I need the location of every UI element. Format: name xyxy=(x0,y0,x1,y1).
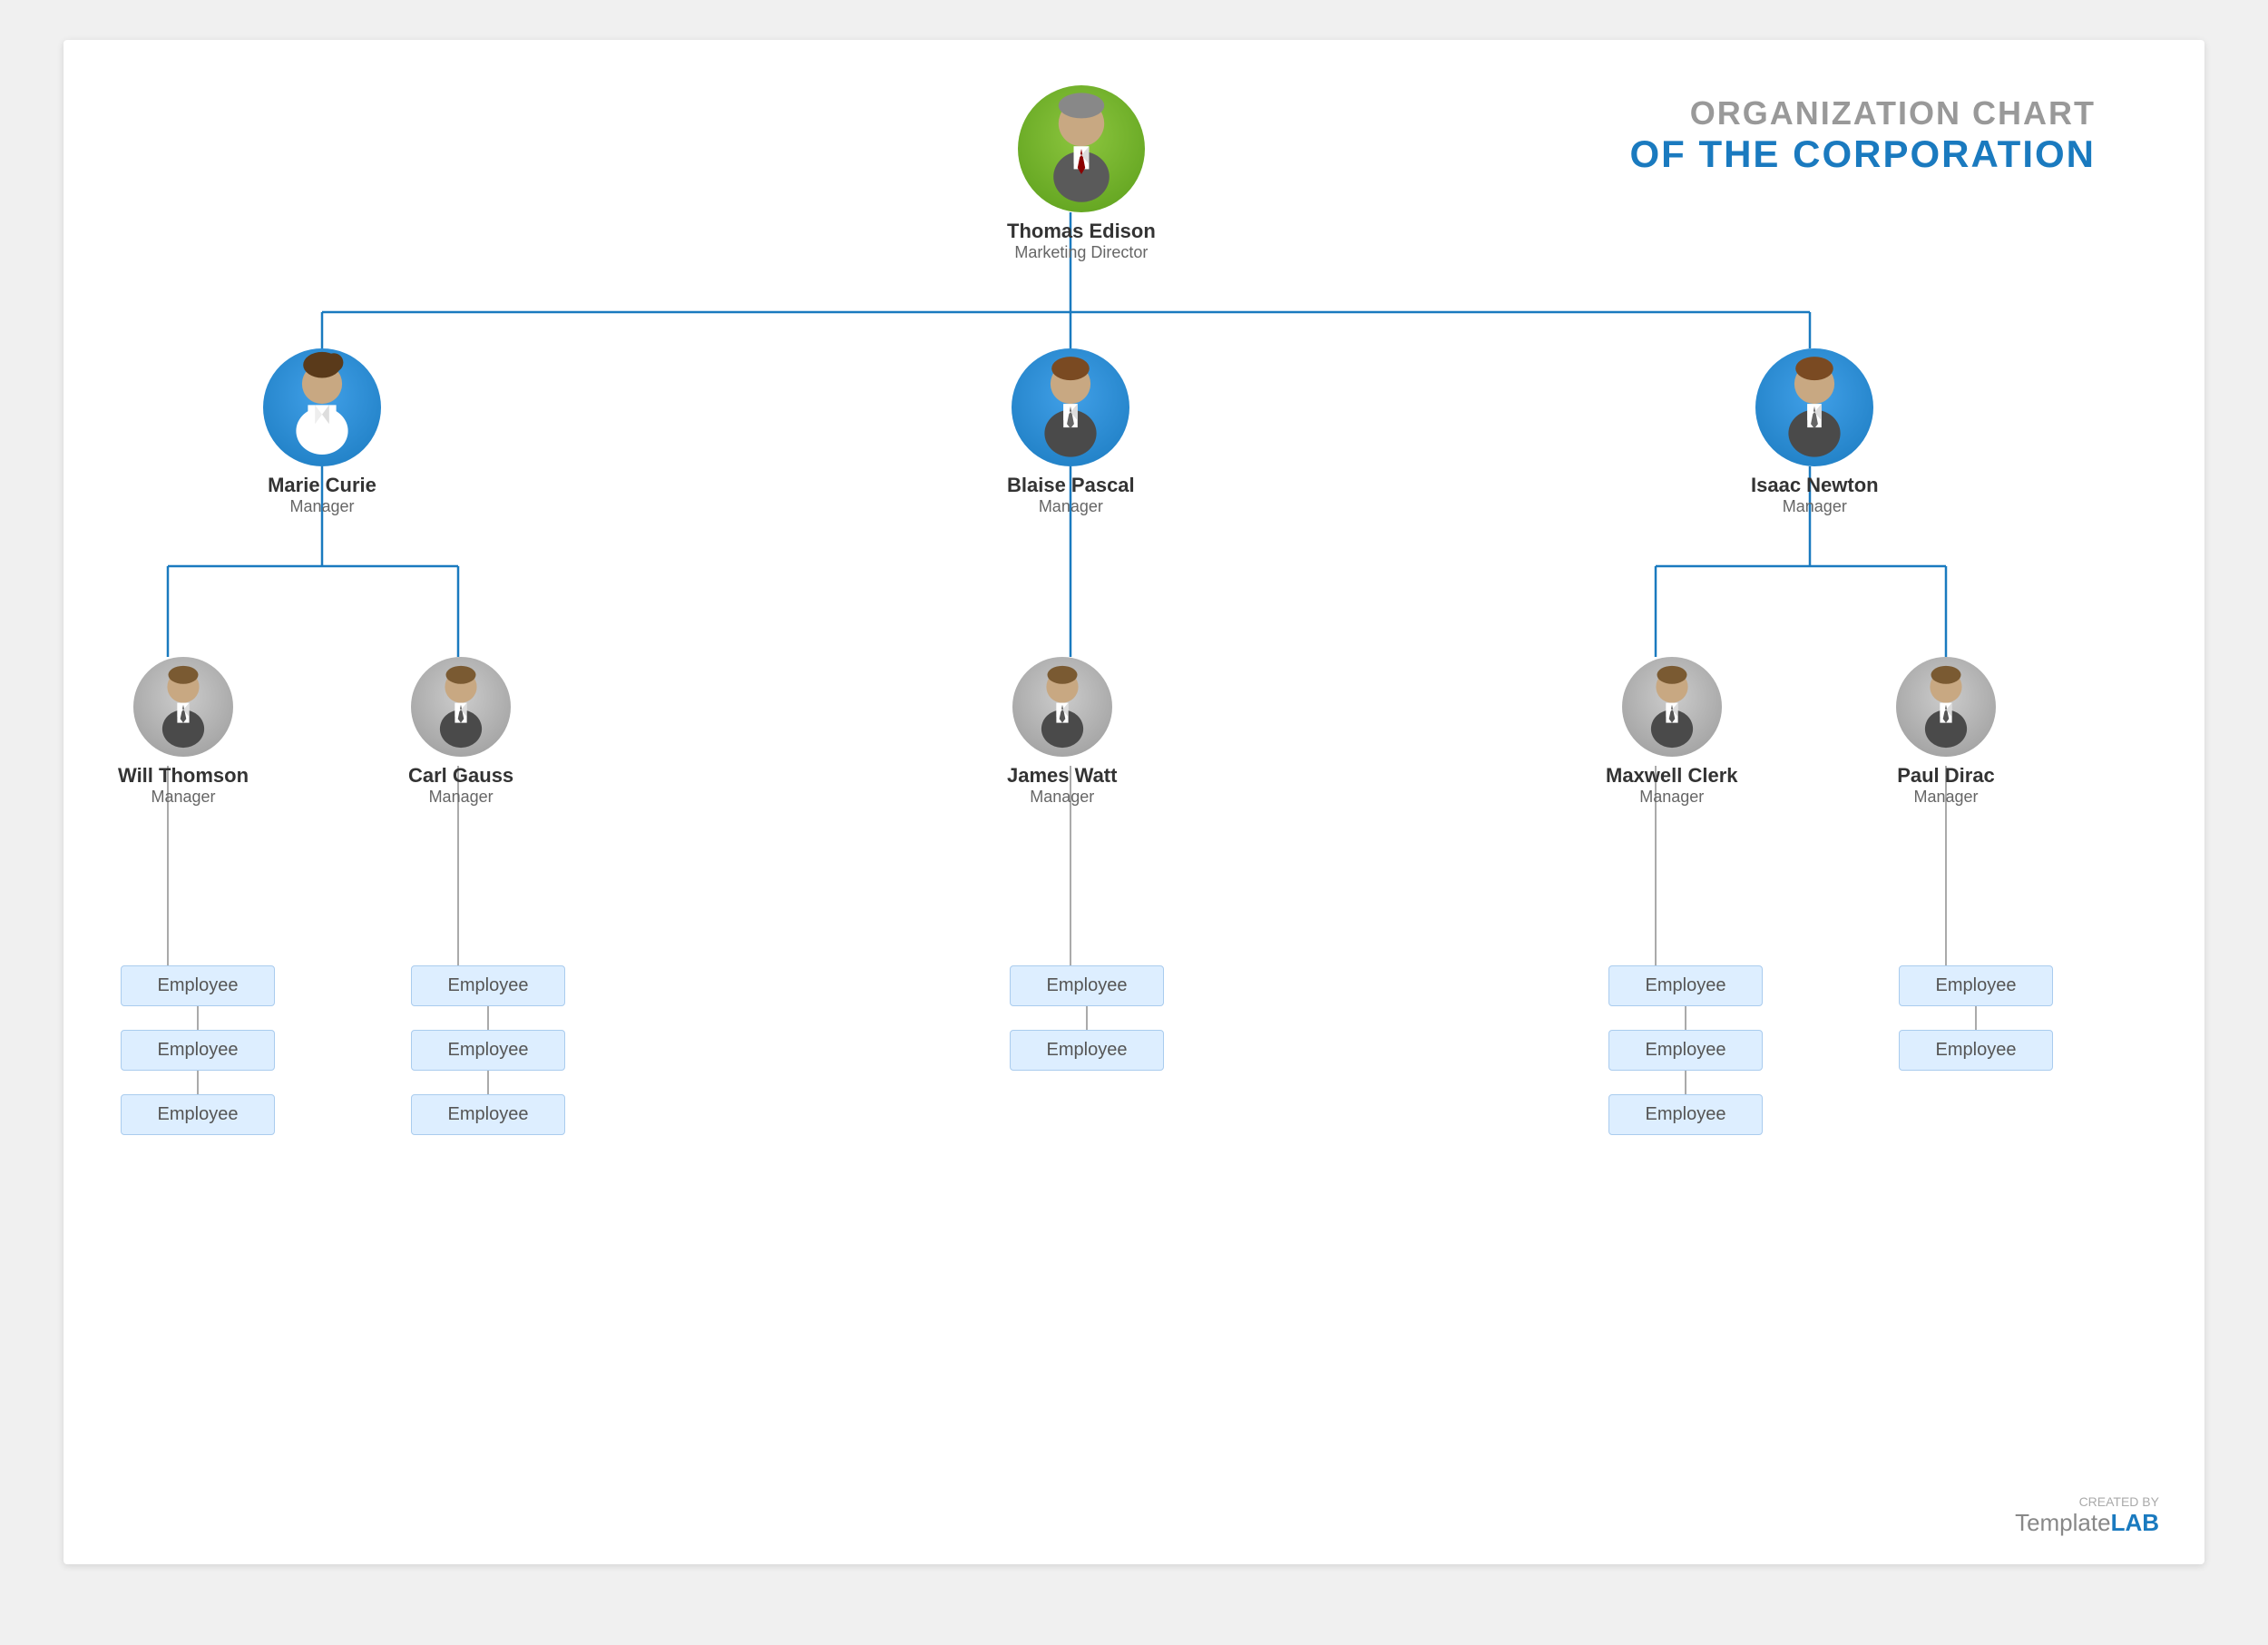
will-label: Will Thomson Manager xyxy=(118,764,249,807)
maxwell-role: Manager xyxy=(1606,788,1738,807)
emp-list-maxwell: Employee Employee Employee xyxy=(1608,965,1763,1135)
ceo-figure-icon xyxy=(1018,85,1145,212)
chart-title: ORGANIZATION CHART OF THE CORPORATION xyxy=(1629,94,2096,176)
avatar-blaise xyxy=(1012,348,1129,466)
isaac-label: Isaac Newton Manager xyxy=(1751,474,1879,516)
blaise-label: Blaise Pascal Manager xyxy=(1007,474,1135,516)
paul-label: Paul Dirac Manager xyxy=(1897,764,1995,807)
title-line1: ORGANIZATION CHART xyxy=(1629,94,2096,132)
node-will-thomson: Will Thomson Manager xyxy=(118,657,249,807)
emp-connector xyxy=(1685,1071,1686,1094)
avatar-isaac xyxy=(1755,348,1873,466)
emp-paul-2: Employee xyxy=(1899,1030,2053,1071)
org-chart-page: ORGANIZATION CHART OF THE CORPORATION xyxy=(64,40,2204,1564)
avatar-james xyxy=(1012,657,1112,757)
watermark-lab: LAB xyxy=(2111,1509,2159,1536)
avatar-carl xyxy=(411,657,511,757)
emp-connector xyxy=(487,1071,489,1094)
connector-lines xyxy=(64,40,2204,1564)
marie-name: Marie Curie xyxy=(268,474,376,497)
emp-connector xyxy=(197,1006,199,1030)
node-james-watt: James Watt Manager xyxy=(1007,657,1117,807)
node-maxwell-clerk: Maxwell Clerk Manager xyxy=(1606,657,1738,807)
blaise-role: Manager xyxy=(1007,497,1135,516)
emp-paul-1: Employee xyxy=(1899,965,2053,1006)
emp-list-will: Employee Employee Employee xyxy=(121,965,275,1135)
paul-figure-icon xyxy=(1896,657,1996,757)
ceo-name: Thomas Edison xyxy=(1007,220,1156,243)
paul-role: Manager xyxy=(1897,788,1995,807)
emp-maxwell-3: Employee xyxy=(1608,1094,1763,1135)
will-name: Will Thomson xyxy=(118,764,249,788)
emp-connector xyxy=(197,1071,199,1094)
emp-list-james: Employee Employee xyxy=(1010,965,1164,1071)
will-role: Manager xyxy=(118,788,249,807)
avatar-marie xyxy=(263,348,381,466)
node-carl-gauss: Carl Gauss Manager xyxy=(408,657,513,807)
emp-carl-2: Employee xyxy=(411,1030,565,1071)
emp-maxwell-1: Employee xyxy=(1608,965,1763,1006)
emp-connector xyxy=(1975,1006,1977,1030)
emp-connector xyxy=(1086,1006,1088,1030)
isaac-figure-icon xyxy=(1755,348,1873,466)
emp-will-2: Employee xyxy=(121,1030,275,1071)
maxwell-label: Maxwell Clerk Manager xyxy=(1606,764,1738,807)
maxwell-figure-icon xyxy=(1622,657,1722,757)
emp-maxwell-2: Employee xyxy=(1608,1030,1763,1071)
avatar-will xyxy=(133,657,233,757)
marie-figure-icon xyxy=(263,348,381,466)
emp-connector xyxy=(1685,1006,1686,1030)
avatar-maxwell xyxy=(1622,657,1722,757)
carl-name: Carl Gauss xyxy=(408,764,513,788)
isaac-name: Isaac Newton xyxy=(1751,474,1879,497)
emp-list-carl: Employee Employee Employee xyxy=(411,965,565,1135)
will-figure-icon xyxy=(133,657,233,757)
title-line2: OF THE CORPORATION xyxy=(1629,132,2096,176)
emp-connector xyxy=(487,1006,489,1030)
node-isaac-newton: Isaac Newton Manager xyxy=(1751,348,1879,516)
james-role: Manager xyxy=(1007,788,1117,807)
james-figure-icon xyxy=(1012,657,1112,757)
watermark-template: Template xyxy=(2015,1509,2111,1536)
watermark-created: CREATED BY xyxy=(2015,1494,2159,1509)
james-label: James Watt Manager xyxy=(1007,764,1117,807)
avatar-ceo xyxy=(1018,85,1145,212)
maxwell-name: Maxwell Clerk xyxy=(1606,764,1738,788)
carl-role: Manager xyxy=(408,788,513,807)
node-paul-dirac: Paul Dirac Manager xyxy=(1896,657,1996,807)
avatar-paul xyxy=(1896,657,1996,757)
emp-carl-1: Employee xyxy=(411,965,565,1006)
emp-carl-3: Employee xyxy=(411,1094,565,1135)
emp-will-3: Employee xyxy=(121,1094,275,1135)
ceo-role: Marketing Director xyxy=(1007,243,1156,262)
marie-label: Marie Curie Manager xyxy=(268,474,376,516)
blaise-figure-icon xyxy=(1012,348,1129,466)
watermark: CREATED BY TemplateLAB xyxy=(2015,1494,2159,1537)
carl-label: Carl Gauss Manager xyxy=(408,764,513,807)
paul-name: Paul Dirac xyxy=(1897,764,1995,788)
james-name: James Watt xyxy=(1007,764,1117,788)
emp-will-1: Employee xyxy=(121,965,275,1006)
carl-figure-icon xyxy=(411,657,511,757)
blaise-name: Blaise Pascal xyxy=(1007,474,1135,497)
emp-james-2: Employee xyxy=(1010,1030,1164,1071)
emp-james-1: Employee xyxy=(1010,965,1164,1006)
node-blaise-pascal: Blaise Pascal Manager xyxy=(1007,348,1135,516)
emp-list-paul: Employee Employee xyxy=(1899,965,2053,1071)
ceo-label: Thomas Edison Marketing Director xyxy=(1007,220,1156,262)
isaac-role: Manager xyxy=(1751,497,1879,516)
marie-role: Manager xyxy=(268,497,376,516)
node-ceo: Thomas Edison Marketing Director xyxy=(1007,85,1156,262)
node-marie-curie: Marie Curie Manager xyxy=(263,348,381,516)
